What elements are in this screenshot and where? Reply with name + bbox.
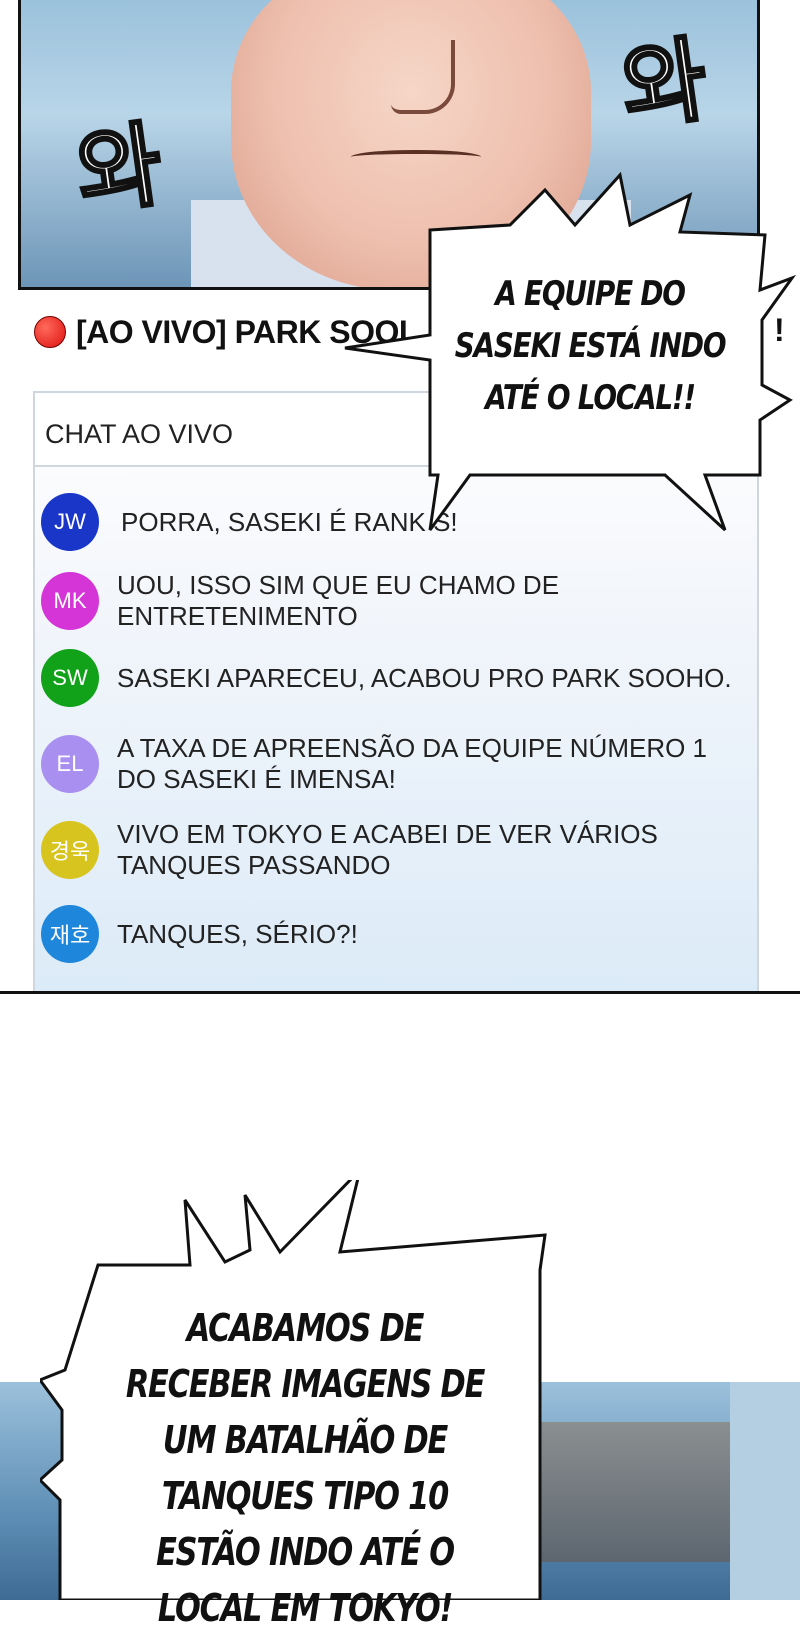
character-nose — [391, 40, 455, 114]
avatar: 경욱 — [41, 821, 99, 879]
avatar: EL — [41, 735, 99, 793]
avatar: 재호 — [41, 905, 99, 963]
sfx-wa-left: 와 — [68, 108, 170, 230]
building-wall — [730, 1382, 800, 1600]
chat-message-text: UOU, ISSO SIM QUE EU CHAMO DE ENTRETENIM… — [117, 570, 560, 631]
chat-message-text: TANQUES, SÉRIO?! — [117, 918, 358, 949]
chat-message-text: SASEKI APARECEU, ACABOU PRO PARK SOOHO. — [117, 662, 732, 693]
chat-message: SW SASEKI APARECEU, ACABOU PRO PARK SOOH… — [41, 649, 737, 707]
chat-message: EL A TAXA DE APREENSÃO DA EQUIPE NÚMERO … — [41, 733, 737, 795]
chat-header-label: CHAT AO VIVO — [45, 419, 234, 449]
panel-divider — [0, 991, 800, 994]
chat-message-text: VIVO EM TOKYO E ACABEI DE VER VÁRIOS TAN… — [117, 819, 658, 880]
chat-message-text: A TAXA DE APREENSÃO DA EQUIPE NÚMERO 1 D… — [117, 733, 708, 794]
avatar: JW — [41, 493, 99, 551]
chat-message: 경욱 VIVO EM TOKYO E ACABEI DE VER VÁRIOS … — [41, 819, 737, 881]
avatar: MK — [41, 572, 99, 630]
avatar: SW — [41, 649, 99, 707]
live-indicator-icon — [34, 316, 66, 348]
character-mouth — [351, 150, 481, 164]
chat-message: 재호 TANQUES, SÉRIO?! — [41, 905, 737, 963]
sfx-wa-right: 와 — [613, 23, 715, 145]
speech-bubble-2-text: ACABAMOS DE RECEBER IMAGENS DE UM BATALH… — [125, 1306, 486, 1630]
speech-bubble-1-text: A EQUIPE DO SASEKI ESTÁ INDO ATÉ O LOCAL… — [454, 274, 727, 418]
chat-message: MK UOU, ISSO SIM QUE EU CHAMO DE ENTRETE… — [41, 570, 737, 632]
